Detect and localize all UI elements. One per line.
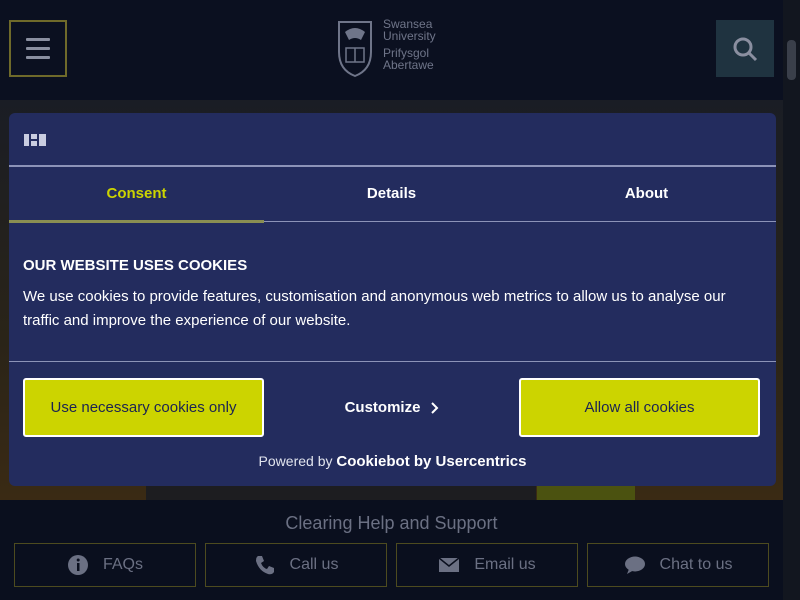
- search-button[interactable]: [716, 20, 774, 77]
- powered-by: Powered by Cookiebot by Usercentrics: [258, 453, 527, 470]
- phone-icon: [254, 554, 276, 576]
- logo-text: Swansea University Prifysgol Abertawe: [383, 17, 436, 72]
- cookiebot-logo-icon: [24, 134, 46, 146]
- allow-all-cookies-button[interactable]: Allow all cookies: [519, 378, 760, 437]
- cookie-consent-dialog: Consent Details About OUR WEBSITE USES C…: [9, 113, 776, 486]
- page-scrollbar[interactable]: [783, 0, 800, 600]
- cookie-description: We use cookies to provide features, cust…: [23, 288, 726, 329]
- cookiebot-link[interactable]: Cookiebot by Usercentrics: [336, 453, 526, 470]
- quick-link-email[interactable]: Email us: [396, 543, 578, 587]
- site-header: Swansea University Prifysgol Abertawe: [0, 0, 800, 100]
- scrollbar-thumb[interactable]: [787, 40, 796, 80]
- quick-link-call[interactable]: Call us: [205, 543, 387, 587]
- hamburger-icon: [26, 38, 50, 41]
- quick-link-label: Call us: [289, 556, 339, 573]
- necessary-cookies-button[interactable]: Use necessary cookies only: [23, 378, 264, 437]
- customize-label: Customize: [344, 399, 421, 416]
- cookie-heading: OUR WEBSITE USES COOKIES: [23, 257, 248, 274]
- tab-about[interactable]: About: [519, 185, 774, 202]
- active-tab-indicator: [9, 220, 264, 223]
- quick-link-chat[interactable]: Chat to us: [587, 543, 769, 587]
- quick-link-faqs[interactable]: FAQs: [14, 543, 196, 587]
- info-icon: [67, 554, 89, 576]
- chat-bubble-icon: [624, 554, 646, 576]
- help-title: Clearing Help and Support: [285, 513, 498, 533]
- customize-button[interactable]: Customize: [281, 378, 504, 437]
- chevron-right-icon: [431, 401, 439, 414]
- quick-link-label: FAQs: [102, 556, 143, 573]
- buttons-divider: [9, 361, 776, 362]
- menu-button[interactable]: [9, 20, 67, 77]
- quick-link-label: Email us: [474, 556, 536, 573]
- quick-link-label: Chat to us: [659, 556, 733, 573]
- university-crest-icon: [338, 21, 372, 78]
- search-icon: [733, 37, 758, 61]
- envelope-icon: [438, 554, 460, 576]
- tab-details[interactable]: Details: [264, 185, 519, 202]
- dialog-divider: [9, 165, 776, 167]
- university-logo[interactable]: Swansea University Prifysgol Abertawe: [333, 18, 445, 80]
- tab-consent[interactable]: Consent: [9, 185, 264, 202]
